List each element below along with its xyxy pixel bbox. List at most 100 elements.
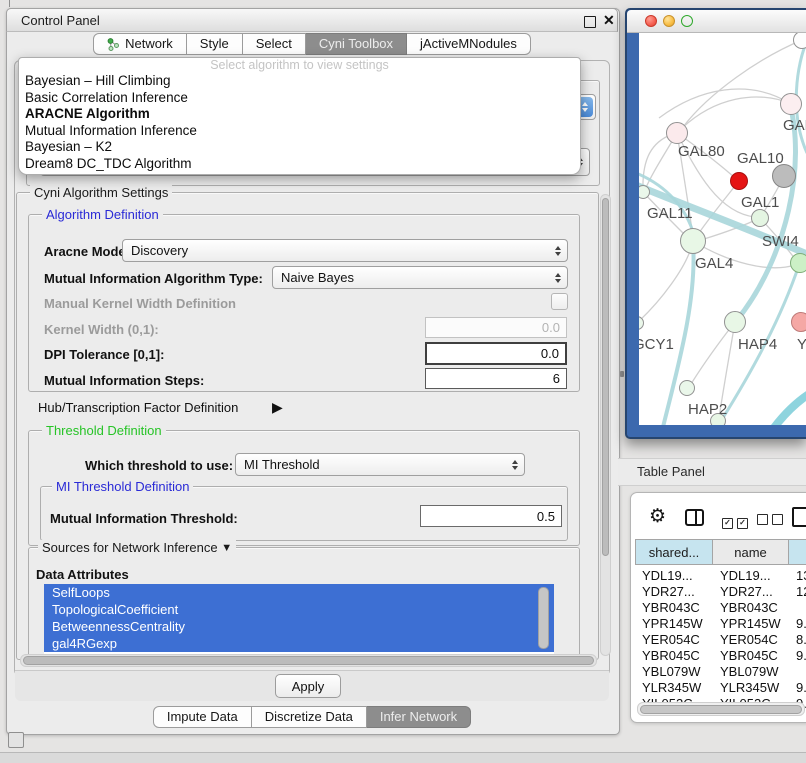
- aracne-mode-label: Aracne Mode:: [44, 244, 130, 259]
- node-gal-partial[interactable]: [780, 93, 802, 115]
- unchecked-boxes-icon[interactable]: [757, 512, 787, 530]
- tab-impute-data[interactable]: Impute Data: [153, 706, 252, 728]
- mi-steps-input[interactable]: 6: [425, 368, 567, 389]
- list-vscroll-thumb[interactable]: [538, 587, 549, 649]
- tab-cyni-toolbox[interactable]: Cyni Toolbox: [306, 33, 407, 55]
- data-attributes-list: SelfLoops TopologicalCoefficient Between…: [44, 584, 554, 654]
- mi-threshold-input[interactable]: 0.5: [420, 505, 562, 527]
- sources-group-title: Sources for Network Inference ▼: [38, 540, 236, 555]
- control-panel-tabbar: Network Style Select Cyni Toolbox jActiv…: [6, 33, 618, 55]
- node-gray[interactable]: [772, 164, 796, 188]
- kernel-width-label: Kernel Width (0,1):: [44, 322, 159, 337]
- popup-item-selected[interactable]: ARACNE Algorithm: [19, 106, 580, 123]
- combo-stepper-icon: [549, 267, 567, 288]
- dpi-tolerance-input[interactable]: 0.0: [425, 342, 567, 365]
- node-label: GAL1: [741, 194, 779, 211]
- popup-item[interactable]: Bayesian – K2: [19, 139, 580, 156]
- columns-icon[interactable]: [685, 509, 704, 526]
- settings-hscroll-thumb[interactable]: [23, 656, 594, 665]
- list-item[interactable]: SelfLoops: [44, 584, 554, 601]
- minimize-traffic-icon[interactable]: [663, 15, 675, 27]
- data-attributes-label: Data Attributes: [36, 567, 129, 582]
- node-label: GCY1: [639, 336, 674, 353]
- settings-hscrollbar[interactable]: [20, 654, 597, 667]
- node-label: GAL11: [647, 205, 693, 222]
- zoom-traffic-icon[interactable]: [681, 15, 693, 27]
- kernel-width-input[interactable]: 0.0: [425, 317, 567, 338]
- collapse-down-icon[interactable]: ▼: [221, 542, 232, 554]
- node-unlabeled[interactable]: [793, 33, 806, 49]
- node-gal4[interactable]: [680, 228, 706, 254]
- popup-item[interactable]: Dream8 DC_TDC Algorithm: [19, 156, 580, 173]
- which-threshold-combo[interactable]: MI Threshold: [235, 453, 525, 476]
- hub-definition-label: Hub/Transcription Factor Definition: [38, 400, 238, 415]
- tab-network[interactable]: Network: [93, 33, 187, 55]
- combo-stepper-icon: [549, 240, 567, 261]
- table-doc-icon[interactable]: [792, 507, 806, 527]
- node-label: HAP2: [688, 401, 727, 418]
- table-panel-title: Table Panel: [637, 464, 705, 479]
- algorithm-definition-title: Algorithm Definition: [42, 207, 163, 222]
- apply-button[interactable]: Apply: [275, 674, 341, 698]
- node-label: SWI4: [762, 233, 799, 250]
- table-hscroll-thumb[interactable]: [640, 705, 802, 714]
- network-edges: [639, 33, 806, 425]
- network-icon: [107, 38, 120, 51]
- popup-item[interactable]: Mutual Information Inference: [19, 123, 580, 140]
- network-canvas[interactable]: GAL GAL80 GAL10 GAL11 GAL1 SWI4 GAL4 GCY…: [639, 33, 806, 425]
- close-traffic-icon[interactable]: [645, 15, 657, 27]
- column-header-partial[interactable]: [789, 539, 806, 565]
- list-item[interactable]: gal4RGexp: [44, 635, 554, 652]
- tab-discretize-data[interactable]: Discretize Data: [252, 706, 367, 728]
- algorithm-dropdown-popup: Select algorithm to view settings Bayesi…: [18, 57, 581, 175]
- network-window-titlebar[interactable]: [627, 10, 806, 33]
- table-panel-window: ⚙ ✓✓ shared... name YDL19... YDL19... 13…: [630, 492, 806, 723]
- popup-item[interactable]: Basic Correlation Inference: [19, 90, 580, 107]
- mi-type-label: Mutual Information Algorithm Type:: [44, 271, 263, 286]
- tab-jactivemnodules[interactable]: jActiveMNodules: [407, 33, 531, 55]
- popup-item[interactable]: Bayesian – Hill Climbing: [19, 73, 580, 90]
- dpi-tolerance-label: DPI Tolerance [0,1]:: [44, 347, 164, 362]
- combo-stepper-icon: [506, 454, 524, 475]
- list-item[interactable]: BetweennessCentrality: [44, 618, 554, 635]
- settings-vscroll-thumb[interactable]: [602, 198, 609, 556]
- control-panel-title: Control Panel: [21, 13, 100, 28]
- popup-prompt: Select algorithm to view settings: [19, 58, 580, 73]
- which-threshold-label: Which threshold to use:: [85, 458, 233, 473]
- node-green-right[interactable]: [790, 253, 806, 273]
- column-header-name[interactable]: name: [713, 539, 789, 565]
- node-gal80[interactable]: [666, 122, 688, 144]
- gear-icon[interactable]: ⚙: [649, 507, 666, 526]
- settings-group-title: Cyni Algorithm Settings: [30, 185, 172, 200]
- node-label: GAL: [783, 117, 806, 134]
- column-header-shared[interactable]: shared...: [635, 539, 713, 565]
- node-hap4[interactable]: [724, 311, 746, 333]
- tab-infer-network[interactable]: Infer Network: [367, 706, 471, 728]
- cyni-bottom-tabbar: Impute Data Discretize Data Infer Networ…: [6, 706, 618, 728]
- settings-vscrollbar[interactable]: [600, 194, 611, 656]
- manual-kernel-checkbox[interactable]: [551, 293, 568, 310]
- node-gal10[interactable]: [730, 172, 748, 190]
- threshold-definition-title: Threshold Definition: [42, 423, 166, 438]
- node-label: Y: [797, 336, 806, 353]
- collapsed-panel-icon[interactable]: [8, 732, 24, 748]
- expand-right-icon[interactable]: ▶: [272, 399, 283, 416]
- table-hscrollbar[interactable]: [637, 702, 805, 716]
- float-window-icon[interactable]: [584, 16, 596, 28]
- window-edge-tick: [9, 0, 10, 7]
- control-panel-titlebar[interactable]: Control Panel ✕: [6, 8, 618, 32]
- close-icon[interactable]: ✕: [603, 12, 615, 29]
- node-gal1[interactable]: [751, 209, 769, 227]
- list-item[interactable]: TopologicalCoefficient: [44, 601, 554, 618]
- aracne-mode-combo[interactable]: Discovery: [122, 239, 568, 262]
- node-label: GAL10: [737, 150, 784, 167]
- tab-style[interactable]: Style: [187, 33, 243, 55]
- node-label: HAP4: [738, 336, 777, 353]
- checked-boxes-icon[interactable]: ✓✓: [722, 512, 752, 530]
- mi-type-combo[interactable]: Naive Bayes: [272, 266, 568, 289]
- tab-select[interactable]: Select: [243, 33, 306, 55]
- mi-threshold-group-title: MI Threshold Definition: [52, 479, 193, 494]
- node-salmon[interactable]: [791, 312, 806, 332]
- panel-divider-handle[interactable]: [620, 371, 624, 377]
- node-hap2[interactable]: [679, 380, 695, 396]
